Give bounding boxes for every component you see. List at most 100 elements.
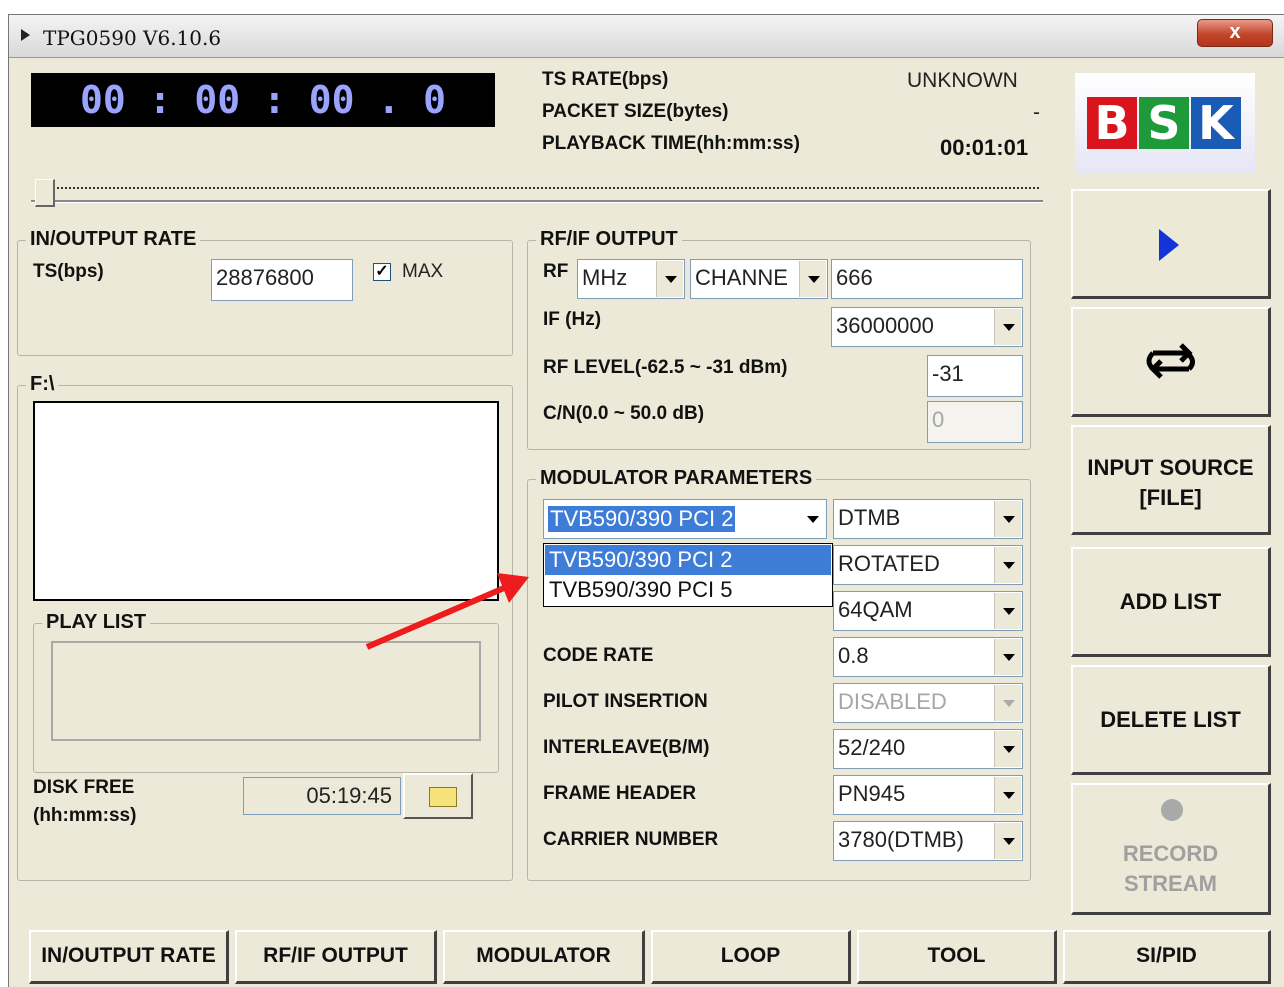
modulator-param-value: 3780(DTMB)	[838, 827, 964, 852]
annotation-arrow	[365, 573, 529, 650]
chevron-down-icon	[994, 501, 1021, 537]
cn-label: C/N(0.0 ~ 50.0 dB)	[543, 403, 705, 424]
play-button[interactable]	[1071, 189, 1271, 299]
input-source-button[interactable]: INPUT SOURCE [FILE]	[1071, 425, 1271, 535]
standard-value: DTMB	[838, 505, 901, 530]
modulator-param-select[interactable]: ROTATED	[833, 545, 1023, 585]
chevron-down-icon	[994, 309, 1021, 345]
playlist-box[interactable]	[51, 641, 481, 741]
modulator-param-select[interactable]: PN945	[833, 775, 1023, 815]
disk-free-label: DISK FREE	[33, 777, 135, 798]
chevron-down-icon	[994, 823, 1021, 859]
browse-folder-button[interactable]	[403, 773, 473, 819]
tab-si-pid[interactable]: SI/PID	[1063, 930, 1271, 984]
folder-icon	[429, 787, 457, 807]
add-list-button[interactable]: ADD LIST	[1071, 547, 1271, 657]
modulator-param-select[interactable]: 52/240	[833, 729, 1023, 769]
rf-unit-value: MHz	[582, 265, 628, 290]
device-dropdown-list[interactable]: TVB590/390 PCI 2 TVB590/390 PCI 5	[543, 543, 833, 607]
app-window: TPG0590 V6.10.6 x 00 : 00 : 00 . 0 TS RA…	[8, 14, 1284, 987]
max-checkbox[interactable]: ✓	[373, 263, 391, 281]
packet-size-label: PACKET SIZE(bytes)	[542, 101, 729, 122]
io-rate-group-label: IN/OUTPUT RATE	[26, 228, 201, 251]
stream-label: STREAM	[1124, 871, 1217, 896]
modulator-param-value: 52/240	[838, 735, 906, 760]
disk-free-unit-label: (hh:mm:ss)	[33, 805, 137, 826]
disk-free-value: 05:19:45	[243, 777, 401, 815]
tab-io-rate[interactable]: IN/OUTPUT RATE	[29, 930, 229, 984]
chevron-down-icon	[799, 261, 826, 297]
rf-level-label: RF LEVEL(-62.5 ~ -31 dBm)	[543, 357, 788, 378]
tab-modulator[interactable]: MODULATOR	[443, 930, 645, 984]
slider-track	[31, 200, 1043, 203]
playback-time-value: 00:01:01	[940, 135, 1029, 160]
if-frequency-select[interactable]: 36000000	[831, 307, 1023, 347]
logo-letter: S	[1139, 97, 1189, 149]
modulator-param-select[interactable]: DISABLED	[833, 683, 1023, 723]
input-source-value: [FILE]	[1139, 485, 1202, 510]
device-option-label: TVB590/390 PCI 5	[549, 577, 733, 602]
playback-slider[interactable]	[31, 173, 1043, 213]
logo-letter: K	[1191, 97, 1241, 149]
delete-list-label: DELETE LIST	[1100, 707, 1241, 732]
if-frequency-value: 36000000	[836, 313, 934, 338]
window-title: TPG0590 V6.10.6	[43, 26, 222, 50]
tab-rf-output[interactable]: RF/IF OUTPUT	[235, 930, 437, 984]
elapsed-timer: 00 : 00 : 00 . 0	[31, 73, 495, 127]
modulator-param-select[interactable]: 3780(DTMB)	[833, 821, 1023, 861]
chevron-down-icon	[994, 593, 1021, 629]
disk-free-text: 05:19:45	[306, 783, 392, 808]
rf-output-group-label: RF/IF OUTPUT	[536, 228, 682, 251]
loop-icon	[1146, 343, 1195, 379]
device-option-label: TVB590/390 PCI 2	[549, 547, 733, 572]
record-stream-button[interactable]: RECORD STREAM	[1071, 783, 1271, 915]
timer-value: 00 : 00 : 00 . 0	[79, 78, 447, 122]
rf-level-input[interactable]: -31	[927, 355, 1023, 397]
cn-input[interactable]: 0	[927, 401, 1023, 443]
record-label: RECORD	[1122, 841, 1219, 866]
ts-rate-label: TS RATE(bps)	[542, 69, 669, 90]
logo-letter: B	[1087, 97, 1137, 149]
chevron-down-icon	[656, 261, 683, 297]
ts-bps-label: TS(bps)	[33, 261, 104, 282]
device-selected-value: TVB590/390 PCI 2	[548, 506, 736, 532]
modulator-param-select[interactable]: 64QAM	[833, 591, 1023, 631]
app-menu-icon[interactable]	[21, 29, 30, 41]
delete-list-button[interactable]: DELETE LIST	[1071, 665, 1271, 775]
chevron-down-icon	[994, 547, 1021, 583]
modulator-param-value: PN945	[838, 781, 906, 806]
playlist-label: PLAY LIST	[42, 611, 151, 634]
chevron-down-icon	[799, 501, 825, 537]
slider-thumb[interactable]	[35, 179, 55, 207]
ts-bps-input[interactable]: 28876800	[211, 259, 353, 301]
max-label: MAX	[402, 261, 444, 282]
record-icon	[1161, 799, 1183, 821]
rf-mode-select[interactable]: CHANNE	[690, 259, 828, 299]
playback-time-label: PLAYBACK TIME(hh:mm:ss)	[542, 133, 800, 154]
chevron-down-icon	[994, 639, 1021, 675]
chevron-down-icon	[994, 777, 1021, 813]
modulator-param-label: CODE RATE	[543, 645, 654, 666]
add-list-label: ADD LIST	[1119, 589, 1222, 614]
modulator-param-value: 0.8	[838, 643, 869, 668]
chevron-down-icon	[994, 731, 1021, 767]
if-label: IF (Hz)	[543, 309, 602, 330]
modulator-param-label: FRAME HEADER	[543, 783, 697, 804]
rf-unit-select[interactable]: MHz	[577, 259, 685, 299]
file-path-label: F:\	[26, 373, 59, 396]
device-select[interactable]: TVB590/390 PCI 2	[543, 499, 827, 539]
modulator-param-select[interactable]: 0.8	[833, 637, 1023, 677]
loop-button[interactable]	[1071, 307, 1271, 417]
modulator-param-label: CARRIER NUMBER	[543, 829, 719, 850]
rf-mode-value: CHANNE	[695, 265, 788, 290]
tab-tool[interactable]: TOOL	[857, 930, 1057, 984]
device-option[interactable]: TVB590/390 PCI 2	[545, 545, 831, 575]
device-option[interactable]: TVB590/390 PCI 5	[545, 575, 831, 605]
rf-frequency-input[interactable]: 666	[831, 259, 1023, 299]
modulator-group-label: MODULATOR PARAMETERS	[536, 467, 817, 490]
modulator-param-value: 64QAM	[838, 597, 913, 622]
bsk-logo: BSK	[1075, 73, 1255, 173]
standard-select[interactable]: DTMB	[833, 499, 1023, 539]
close-button[interactable]: x	[1197, 19, 1273, 47]
tab-loop[interactable]: LOOP	[651, 930, 851, 984]
